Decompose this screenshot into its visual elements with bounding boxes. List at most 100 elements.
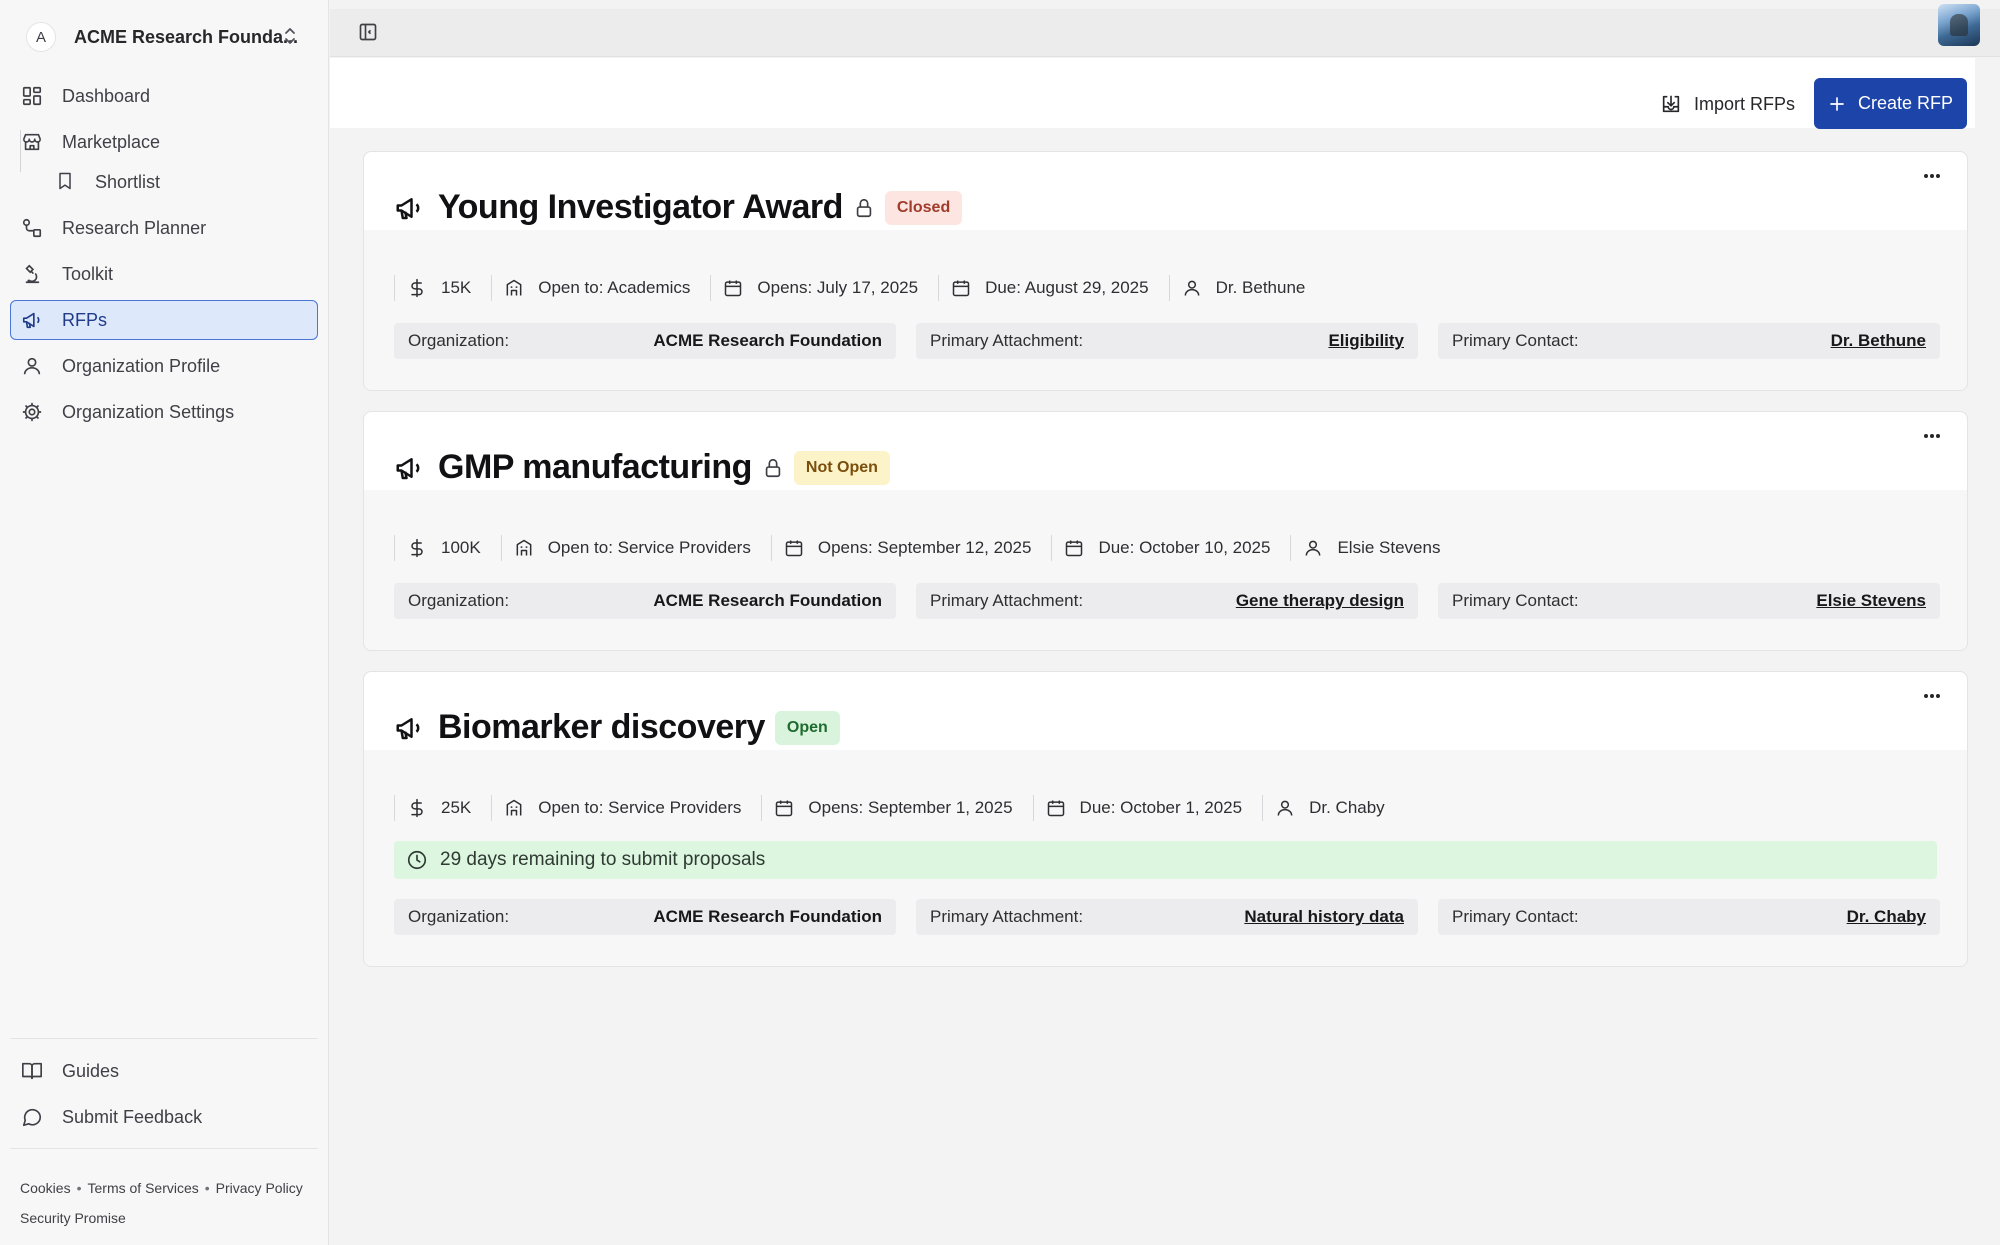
security-link[interactable]: Security Promise xyxy=(20,1210,126,1226)
org-switcher[interactable]: A ACME Research Founda... xyxy=(16,14,316,60)
rfp-meta-row: 25K Open to: Service Providers Opens: Se… xyxy=(394,795,1405,821)
user-avatar[interactable] xyxy=(1938,4,1980,46)
attachment-link[interactable]: Gene therapy design xyxy=(1236,591,1404,611)
clock-icon xyxy=(406,849,428,871)
field-label: Primary Contact: xyxy=(1452,591,1579,610)
more-options-button[interactable] xyxy=(1917,686,1947,706)
rfp-open-to: Open to: Service Providers xyxy=(500,535,771,561)
dollar-icon xyxy=(407,798,427,818)
attachment-link[interactable]: Eligibility xyxy=(1328,331,1404,351)
primary-attachment-field: Primary Attachment: Eligibility xyxy=(916,323,1418,359)
megaphone-icon xyxy=(394,713,424,743)
rfp-title[interactable]: GMP manufacturing xyxy=(438,448,752,487)
rfp-card[interactable]: GMP manufacturing Not Open 100K Open to:… xyxy=(363,411,1968,651)
sidebar-item-toolkit[interactable]: Toolkit xyxy=(10,254,318,294)
sidebar-item-submit-feedback[interactable]: Submit Feedback xyxy=(10,1097,318,1137)
sidebar-toggle-button[interactable] xyxy=(353,17,383,47)
ellipsis-icon xyxy=(1923,173,1941,179)
panel-left-icon xyxy=(358,22,378,42)
create-rfp-label: Create RFP xyxy=(1857,93,1954,113)
sidebar-item-dashboard[interactable]: Dashboard xyxy=(10,76,318,116)
sidebar-item-label: Organization Profile xyxy=(62,355,221,376)
privacy-link[interactable]: Privacy Policy xyxy=(216,1180,303,1196)
calendar-icon xyxy=(774,798,794,818)
field-label: Primary Attachment: xyxy=(930,331,1084,350)
sidebar-item-label: Shortlist xyxy=(95,171,161,192)
import-icon xyxy=(1660,93,1682,115)
sidebar-item-guides[interactable]: Guides xyxy=(10,1051,318,1091)
rfp-due: Due: October 1, 2025 xyxy=(1032,795,1263,821)
sidebar-item-organization-profile[interactable]: Organization Profile xyxy=(10,346,318,386)
megaphone-icon xyxy=(21,309,43,331)
sidebar-item-shortlist[interactable]: Shortlist xyxy=(10,162,318,202)
book-icon xyxy=(21,1060,43,1082)
calendar-icon xyxy=(784,538,804,558)
status-badge: Closed xyxy=(884,190,963,225)
rfp-due-value: Due: October 1, 2025 xyxy=(1079,798,1243,817)
rfp-title-row: Young Investigator Award Closed xyxy=(394,188,963,227)
rfp-amount: 100K xyxy=(394,535,501,561)
user-icon xyxy=(1303,538,1323,558)
sidebar-item-research-planner[interactable]: Research Planner xyxy=(10,208,318,248)
sidebar-item-label: Submit Feedback xyxy=(62,1106,203,1127)
contact-link[interactable]: Dr. Chaby xyxy=(1847,907,1926,927)
grid-icon xyxy=(21,85,43,107)
terms-link[interactable]: Terms of Services xyxy=(88,1180,199,1196)
cookies-link[interactable]: Cookies xyxy=(20,1180,71,1196)
bookmark-icon xyxy=(55,171,77,193)
store-icon xyxy=(21,131,43,153)
more-options-button[interactable] xyxy=(1917,166,1947,186)
calendar-icon xyxy=(1064,538,1084,558)
lock-icon xyxy=(762,457,784,479)
gear-icon xyxy=(21,401,43,423)
microscope-icon xyxy=(21,263,43,285)
sidebar-item-marketplace[interactable]: Marketplace xyxy=(10,122,318,162)
sidebar-item-label: Organization Settings xyxy=(62,401,235,422)
sidebar-item-organization-settings[interactable]: Organization Settings xyxy=(10,392,318,432)
sidebar-item-label: Guides xyxy=(62,1060,120,1081)
sidebar-item-rfps[interactable]: RFPs xyxy=(10,300,318,340)
rfp-card-header: Young Investigator Award Closed xyxy=(364,152,1967,230)
rfp-due: Due: October 10, 2025 xyxy=(1051,535,1290,561)
megaphone-icon xyxy=(394,453,424,483)
sidebar-nav: Dashboard Marketplace Shortlist Research… xyxy=(10,76,318,438)
rfp-title[interactable]: Biomarker discovery xyxy=(438,708,765,747)
rfp-opens-value: Opens: July 17, 2025 xyxy=(757,278,919,297)
primary-contact-field: Primary Contact: Elsie Stevens xyxy=(1438,583,1940,619)
ellipsis-icon xyxy=(1923,433,1941,439)
user-icon xyxy=(1182,278,1202,298)
create-rfp-button[interactable]: Create RFP xyxy=(1814,78,1967,129)
contact-link[interactable]: Dr. Bethune xyxy=(1831,331,1926,351)
rfp-card-header: Biomarker discovery Open xyxy=(364,672,1967,750)
rfp-card[interactable]: Biomarker discovery Open 25K Open to: Se… xyxy=(363,671,1968,967)
rfp-contact-value: Dr. Chaby xyxy=(1309,798,1385,817)
dollar-icon xyxy=(407,538,427,558)
building-icon xyxy=(514,538,534,558)
user-icon xyxy=(21,355,43,377)
rfp-open-to-value: Open to: Academics xyxy=(538,278,691,297)
chevron-up-down-icon xyxy=(278,24,302,48)
rfp-title[interactable]: Young Investigator Award xyxy=(438,188,843,227)
org-initial: A xyxy=(35,28,46,46)
organization-field: Organization: ACME Research Foundation xyxy=(394,323,896,359)
more-options-button[interactable] xyxy=(1917,426,1947,446)
import-rfps-button[interactable]: Import RFPs xyxy=(1644,80,1811,128)
field-label: Primary Attachment: xyxy=(930,907,1084,926)
sidebar-item-label: Marketplace xyxy=(62,131,161,152)
building-icon xyxy=(504,798,524,818)
attachment-link[interactable]: Natural history data xyxy=(1244,907,1404,927)
field-label: Primary Contact: xyxy=(1452,907,1579,926)
building-icon xyxy=(504,278,524,298)
contact-link[interactable]: Elsie Stevens xyxy=(1816,591,1926,611)
rfp-contact-value: Elsie Stevens xyxy=(1337,538,1441,557)
rfp-card[interactable]: Young Investigator Award Closed 15K Open… xyxy=(363,151,1968,391)
status-badge: Open xyxy=(774,710,840,745)
field-label: Organization: xyxy=(408,331,510,350)
sidebar-bottom-nav: Guides Submit Feedback xyxy=(10,1038,318,1143)
rfp-contact: Dr. Bethune xyxy=(1168,275,1326,301)
ellipsis-icon xyxy=(1923,693,1941,699)
rfp-due-value: Due: August 29, 2025 xyxy=(985,278,1149,297)
lock-icon xyxy=(853,197,875,219)
rfp-contact: Dr. Chaby xyxy=(1262,795,1405,821)
org-avatar: A xyxy=(26,22,56,52)
